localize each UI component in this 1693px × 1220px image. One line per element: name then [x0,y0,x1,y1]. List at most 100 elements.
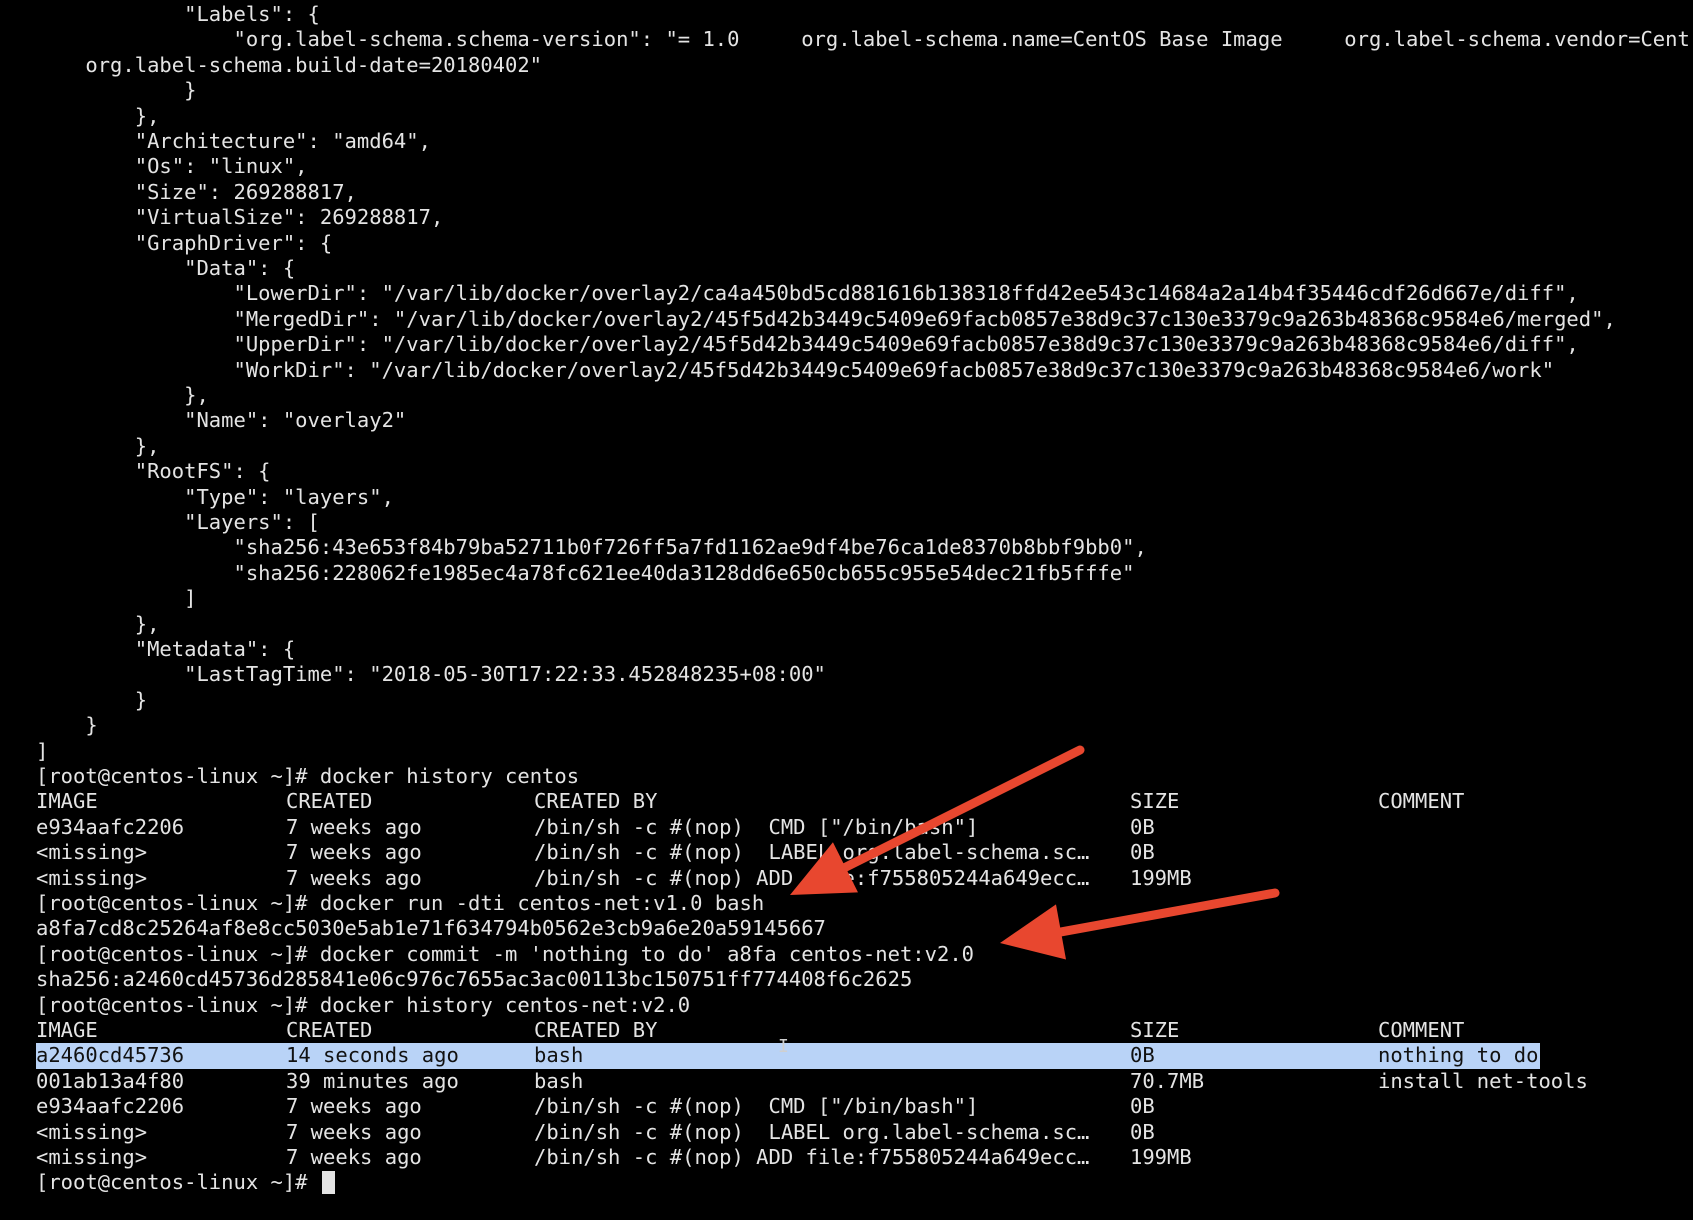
annotation-arrow [1000,888,1280,960]
table-cell: 7 weeks ago [286,1119,422,1144]
json-output-line: ] [36,738,49,763]
json-output-line: "Size": 269288817, [36,179,357,204]
table-cell: 70.7MB [1130,1068,1205,1093]
table-cell: 7 weeks ago [286,865,422,890]
table-cell: 7 weeks ago [286,840,422,865]
json-output-line: "RootFS": { [36,459,271,484]
json-output-line: "Name": "overlay2" [36,408,407,433]
table-cell: 7 weeks ago [286,814,422,839]
table-cell: <missing> [36,865,148,890]
table-cell: CREATED BY [534,789,658,814]
json-output-line: "Layers": [ [36,510,320,534]
shell-prompt: [root@centos-linux ~]# [36,941,320,966]
output-line: sha256:a2460cd45736d285841e06c976c7655ac… [36,967,913,992]
table-cell: SIZE [1130,789,1180,814]
json-output-line: "WorkDir": "/var/lib/docker/overlay2/45f… [36,357,1555,382]
table-header: IMAGE CREATED CREATED BY SIZE COMMENT [0,1018,1693,1043]
table-cell: bash [534,1068,584,1093]
shell-prompt: [root@centos-linux ~]# [36,764,320,788]
table-cell: /bin/sh -c #(nop) LABEL org.label-schema… [534,1119,1090,1144]
json-output-line: "UpperDir": "/var/lib/docker/overlay2/45… [36,332,1579,357]
table-cell: <missing> [36,840,148,865]
json-output-line: "Data": { [36,256,296,280]
json-output-line: ] [36,586,197,611]
json-output-line: }, [36,611,160,636]
command-line: [root@centos-linux ~]# docker run -dti c… [36,891,764,916]
table-row: <missing> 7 weeks ago/bin/sh -c #(nop) AD… [0,866,1693,891]
table-cell: SIZE [1130,1018,1180,1042]
command-text: docker commit -m 'nothing to do' a8fa ce… [319,941,975,966]
table-cell: 14 seconds ago [286,1043,459,1068]
command-line: [root@centos-linux ~]# docker history ce… [36,764,579,789]
table-cell: 001ab13a4f80 [36,1068,185,1093]
json-output-line: } [36,687,148,712]
command-line: [root@centos-linux ~]# docker history ce… [36,993,690,1018]
table-cell: 0B [1130,1094,1155,1119]
json-output-line: } [36,713,98,738]
table-row[interactable]: a2460cd45736 14 seconds ago bash 0B nothing … [0,1043,1693,1068]
command-text: docker history centos-net:v2.0 [319,992,691,1017]
table-cell: e934aafc2206 [36,814,185,839]
json-output-line: } [36,78,197,103]
terminal-window[interactable]: "Labels": { "org.label-schema.schema-ver… [0,0,1693,1220]
table-row: <missing> 7 weeks ago/bin/sh -c #(nop) LA… [0,840,1693,865]
terminal-cursor [322,1171,335,1195]
shell-prompt: [root@centos-linux ~]# [36,992,320,1017]
table-cell: /bin/sh -c #(nop) CMD ["/bin/bash"] [534,814,979,839]
table-cell: 0B [1130,840,1155,865]
command-line: [root@centos-linux ~]# docker commit -m … [36,942,974,967]
shell-prompt: [root@centos-linux ~]# [36,891,320,915]
table-cell: COMMENT [1378,1018,1465,1042]
json-output-line: }, [36,103,160,128]
command-text: docker run -dti centos-net:v1.0 bash [319,891,765,915]
table-cell: /bin/sh -c #(nop) ADD file:f755805244a64… [534,1145,1090,1169]
json-output-line: "LastTagTime": "2018-05-30T17:22:33.4528… [36,662,826,687]
table-cell: 199MB [1130,1145,1192,1169]
table-row: 001ab13a4f80 39 minutes ago bash 70.7MB inst… [0,1069,1693,1094]
table-cell: 7 weeks ago [286,1094,422,1119]
table-cell: /bin/sh -c #(nop) LABEL org.label-schema… [534,840,1090,865]
table-cell: IMAGE [36,1018,98,1042]
table-cell: <missing> [36,1145,148,1169]
json-output-line: "VirtualSize": 269288817, [36,205,444,230]
table-cell: CREATED BY [534,1018,658,1042]
command-text: docker history centos [319,764,580,788]
json-output-line: "GraphDriver": { [36,230,333,255]
output-line: a8fa7cd8c25264af8e8cc5030e5ab1e71f634794… [36,916,826,941]
mouse-ibeam-icon: I [778,1036,789,1057]
table-cell: a2460cd45736 [36,1043,185,1068]
json-output-line: "Labels": { [36,2,320,26]
table-cell: COMMENT [1378,789,1465,814]
table-cell: CREATED [286,789,373,814]
json-output-line: org.label-schema.build-date=20180402" [36,52,543,77]
json-output-line: "org.label-schema.schema-version": "= 1.… [36,27,1690,52]
table-row: e934aafc2206 7 weeks ago/bin/sh -c #(nop)… [0,1094,1693,1119]
json-output-line: "Architecture": "amd64", [36,129,431,153]
command-line: [root@centos-linux ~]# [36,1170,320,1195]
table-cell: 0B [1130,1119,1155,1144]
json-output-line: "Os": "linux", [36,154,308,179]
json-output-line: "sha256:43e653f84b79ba52711b0f726ff5a7fd… [36,535,1147,560]
table-cell: 0B [1130,814,1155,839]
json-output-line: "Type": "layers", [36,484,394,509]
shell-prompt: [root@centos-linux ~]# [36,1170,320,1195]
table-cell: install net-tools [1378,1068,1588,1093]
table-cell: 199MB [1130,865,1192,890]
table-header: IMAGE CREATED CREATED BY SIZE COMMENT [0,789,1693,814]
table-cell: 39 minutes ago [286,1068,459,1093]
table-row: <missing> 7 weeks ago/bin/sh -c #(nop) AD… [0,1145,1693,1170]
json-output-line: "sha256:228062fe1985ec4a78fc621ee40da312… [36,560,1135,585]
json-output-line: "Metadata": { [36,637,296,661]
table-cell: <missing> [36,1119,148,1144]
table-cell: IMAGE [36,789,98,814]
table-cell: 0B [1130,1043,1155,1068]
json-output-line: }, [36,383,209,407]
table-cell: /bin/sh -c #(nop) CMD ["/bin/bash"] [534,1094,979,1119]
table-cell: /bin/sh -c #(nop) ADD file:f755805244a64… [534,865,1090,890]
json-output-line: "MergedDir": "/var/lib/docker/overlay2/4… [36,306,1616,331]
table-cell: bash [534,1043,584,1068]
json-output-line: "LowerDir": "/var/lib/docker/overlay2/ca… [36,281,1579,306]
table-cell: nothing to do [1378,1043,1539,1068]
json-output-line: }, [36,433,160,458]
table-row: e934aafc2206 7 weeks ago/bin/sh -c #(nop)… [0,815,1693,840]
